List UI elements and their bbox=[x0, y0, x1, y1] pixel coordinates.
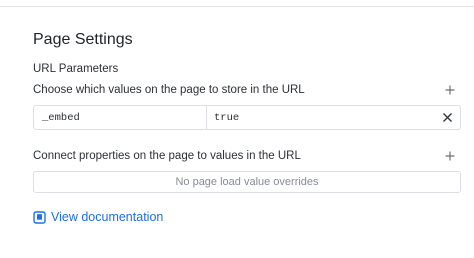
url-parameter-value-input[interactable]: true bbox=[207, 106, 434, 129]
url-parameter-row: _embed true bbox=[33, 105, 461, 130]
connect-properties-label: Connect properties on the page to values… bbox=[33, 150, 301, 162]
url-parameter-key-input[interactable]: _embed bbox=[34, 106, 207, 129]
close-icon bbox=[442, 113, 452, 122]
view-documentation-text: View documentation bbox=[51, 210, 164, 224]
add-url-parameter-button[interactable] bbox=[444, 84, 456, 96]
page-settings-panel: Page Settings URL Parameters Choose whic… bbox=[0, 0, 474, 258]
view-documentation-link[interactable]: View documentation bbox=[33, 210, 163, 224]
store-values-label: Choose which values on the page to store… bbox=[33, 84, 305, 96]
plus-icon bbox=[445, 85, 455, 95]
page-title: Page Settings bbox=[33, 31, 133, 48]
plus-icon bbox=[445, 151, 455, 161]
top-divider bbox=[0, 6, 474, 7]
add-override-button[interactable] bbox=[444, 150, 456, 162]
book-icon bbox=[33, 210, 46, 224]
remove-url-parameter-button[interactable] bbox=[434, 106, 460, 129]
url-parameters-heading: URL Parameters bbox=[33, 63, 119, 75]
overrides-empty-state: No page load value overrides bbox=[33, 171, 461, 193]
